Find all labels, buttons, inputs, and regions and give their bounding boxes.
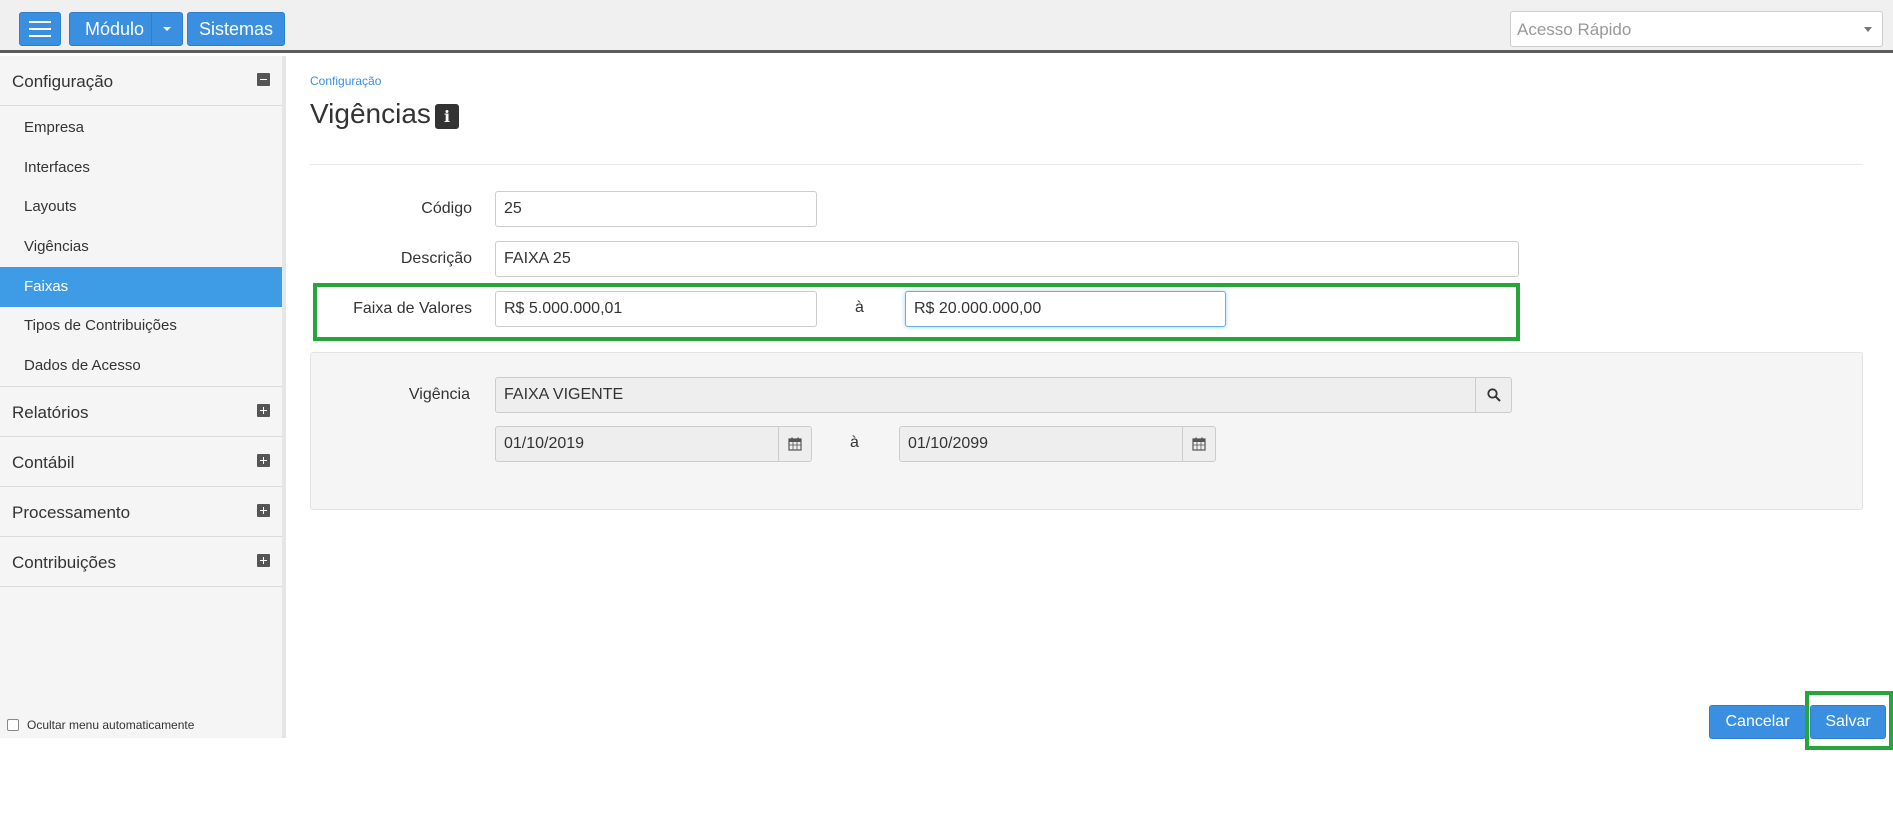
sidebar-item-dados-de-acesso[interactable]: Dados de Acesso	[0, 346, 282, 386]
breadcrumb[interactable]: Configuração	[310, 74, 381, 88]
vigencia-input[interactable]: FAIXA VIGENTE	[495, 377, 1476, 413]
vigencia-label: Vigência	[408, 386, 470, 403]
codigo-input[interactable]: 25	[495, 191, 817, 227]
calendar-icon	[788, 437, 802, 451]
expand-icon[interactable]	[257, 504, 270, 517]
dropdown-arrow-icon	[1864, 27, 1872, 32]
hamburger-menu-icon[interactable]	[19, 12, 61, 46]
sidebar-section-processamento[interactable]: Processamento	[0, 487, 282, 537]
collapse-icon[interactable]	[257, 73, 270, 86]
expand-icon[interactable]	[257, 554, 270, 567]
acesso-rapido-select[interactable]: Acesso Rápido	[1510, 11, 1883, 47]
faixa-to-input[interactable]: R$ 20.000.000,00	[905, 291, 1226, 327]
date-to-input[interactable]: 01/10/2099	[899, 426, 1183, 462]
modulo-label: Módulo	[85, 18, 145, 39]
sidebar-item-interfaces[interactable]: Interfaces	[0, 148, 282, 188]
range-separator: à	[855, 299, 864, 316]
ocultar-menu-toggle[interactable]: Ocultar menu automaticamente	[7, 718, 194, 732]
sidebar-item-label: Faixas	[24, 278, 69, 295]
faixa-from-input[interactable]: R$ 5.000.000,01	[495, 291, 817, 327]
modulo-dropdown-button[interactable]: Módulo	[69, 12, 183, 46]
expand-icon[interactable]	[257, 404, 270, 417]
sidebar-item-tipos-de-contribuicoes[interactable]: Tipos de Contribuições	[0, 306, 282, 346]
sistemas-button[interactable]: Sistemas	[187, 12, 285, 46]
top-navbar: Módulo Sistemas Acesso Rápido	[0, 0, 1893, 53]
faixa-de-valores-label: Faixa de Valores	[353, 300, 472, 317]
date-to-calendar-button[interactable]	[1182, 426, 1216, 462]
sidebar-item-layouts[interactable]: Layouts	[0, 187, 282, 227]
chevron-down-icon[interactable]	[151, 13, 182, 45]
ocultar-menu-checkbox[interactable]	[7, 719, 19, 731]
sidebar-section-label: Relatórios	[12, 403, 89, 422]
sidebar-item-empresa[interactable]: Empresa	[0, 108, 282, 148]
sidebar-section-label: Contribuições	[12, 553, 116, 572]
calendar-icon	[1192, 437, 1206, 451]
sidebar-section-label: Processamento	[12, 503, 131, 522]
sidebar-item-label: Tipos de Contribuições	[24, 317, 177, 334]
search-icon	[1486, 388, 1501, 402]
sidebar-section-relatorios[interactable]: Relatórios	[0, 387, 282, 437]
descricao-input[interactable]: FAIXA 25	[495, 241, 1519, 277]
highlight-box	[1805, 691, 1893, 750]
sidebar-section-configuracao[interactable]: Configuração	[0, 56, 282, 106]
sidebar-section-contribuicoes[interactable]: Contribuições	[0, 537, 282, 587]
date-from-calendar-button[interactable]	[778, 426, 812, 462]
sidebar-section-label: Configuração	[12, 72, 114, 91]
sidebar-item-label: Vigências	[24, 238, 89, 255]
sidebar: Configuração Empresa Interfaces Layouts …	[0, 56, 286, 738]
sidebar-section-contabil[interactable]: Contábil	[0, 437, 282, 487]
page-title: Vigências	[310, 98, 431, 129]
sidebar-item-label: Empresa	[24, 119, 85, 136]
search-button[interactable]	[1475, 377, 1512, 413]
codigo-label: Código	[421, 200, 472, 217]
divider	[310, 164, 1863, 165]
date-range-separator: à	[850, 434, 859, 451]
acesso-rapido-placeholder: Acesso Rápido	[1517, 20, 1632, 39]
sidebar-item-label: Layouts	[24, 198, 77, 215]
date-from-input[interactable]: 01/10/2019	[495, 426, 779, 462]
expand-icon[interactable]	[257, 454, 270, 467]
descricao-label: Descrição	[400, 250, 472, 267]
sidebar-item-label: Dados de Acesso	[24, 357, 141, 374]
sidebar-item-faixas[interactable]: Faixas	[0, 267, 282, 307]
ocultar-menu-label: Ocultar menu automaticamente	[27, 718, 195, 732]
sidebar-item-label: Interfaces	[24, 159, 90, 176]
sidebar-item-vigencias[interactable]: Vigências	[0, 227, 282, 267]
cancel-button[interactable]: Cancelar	[1709, 705, 1806, 739]
info-icon[interactable]: i	[435, 104, 459, 129]
sidebar-section-label: Contábil	[12, 453, 75, 472]
